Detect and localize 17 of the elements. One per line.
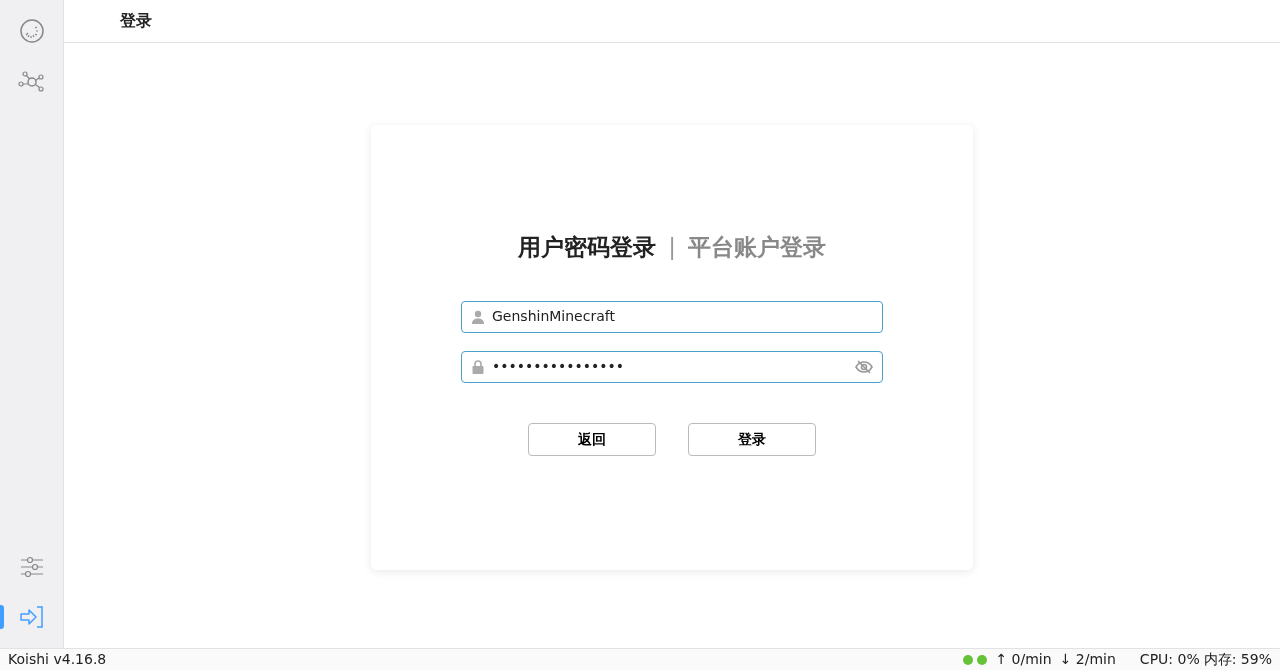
page-title: 登录 bbox=[120, 10, 152, 32]
received-rate: ↓ 2/min bbox=[1059, 650, 1116, 669]
separator: | bbox=[668, 233, 676, 262]
password-field[interactable]: •••••••••••••••• bbox=[461, 350, 883, 383]
dashboard-icon bbox=[17, 16, 47, 46]
login-tab[interactable]: 用户密码登录 bbox=[518, 230, 657, 265]
eye-off-icon[interactable] bbox=[854, 358, 874, 375]
cpu-usage: CPU: 0% bbox=[1139, 650, 1200, 669]
sent-rate: ↑ 0/min bbox=[995, 650, 1052, 669]
user-icon bbox=[470, 308, 486, 325]
username-field[interactable]: GenshinMinecraft bbox=[461, 300, 883, 333]
version-text: Koishi v4.16.8 bbox=[8, 650, 107, 669]
back-button[interactable]: 返回 bbox=[528, 422, 656, 456]
login-tab[interactable]: 平台账户登录 bbox=[687, 230, 826, 265]
login-button[interactable]: 登录 bbox=[688, 422, 816, 456]
memory-usage: 内存: 59% bbox=[1203, 650, 1272, 669]
lock-icon bbox=[470, 358, 486, 375]
